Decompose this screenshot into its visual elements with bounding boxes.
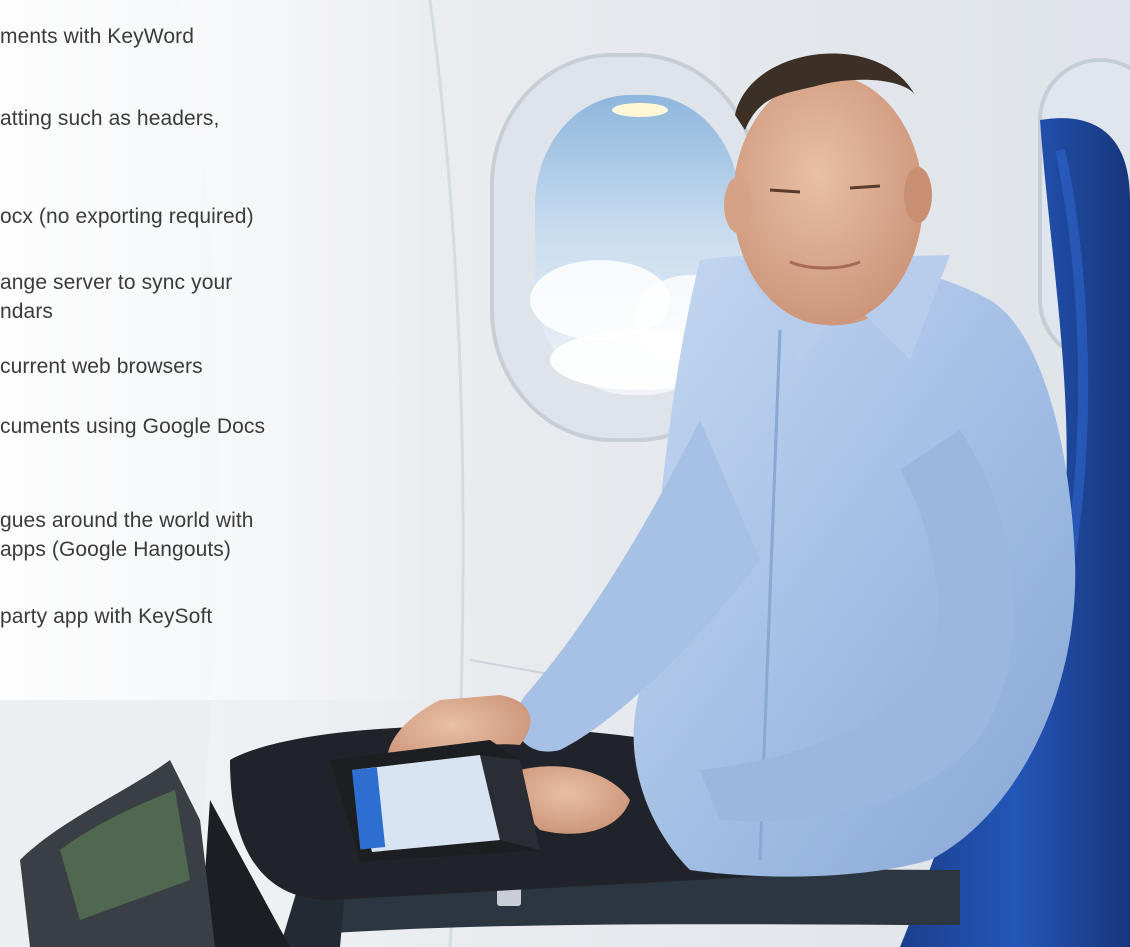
feature-item: atting such as headers, (0, 104, 219, 133)
feature-text: apps (Google Hangouts) (0, 538, 232, 561)
feature-item: ments with KeyWord (0, 22, 194, 51)
feature-text: current web browsers (0, 355, 203, 378)
feature-item: ocx (no exporting required) (0, 202, 254, 231)
feature-text: ndars (0, 300, 54, 323)
feature-item: party app with KeySoft (0, 602, 212, 631)
airplane-cabin-photo (0, 0, 1130, 947)
feature-text: atting such as headers, (0, 107, 220, 130)
feature-text: cuments using Google Docs (0, 415, 266, 438)
feature-item: cuments using Google Docs (0, 412, 265, 441)
feature-text: ments with KeyWord (0, 25, 194, 48)
feature-text: party app with KeySoft (0, 605, 213, 628)
feature-item: current web browsers (0, 352, 203, 381)
feature-text: ocx (no exporting required) (0, 205, 254, 228)
feature-text: ange server to sync your (0, 271, 233, 294)
feature-item: ange server to sync your ndars (0, 268, 232, 326)
feature-item: gues around the world with apps (Google … (0, 506, 254, 564)
feature-text: gues around the world with (0, 509, 254, 532)
